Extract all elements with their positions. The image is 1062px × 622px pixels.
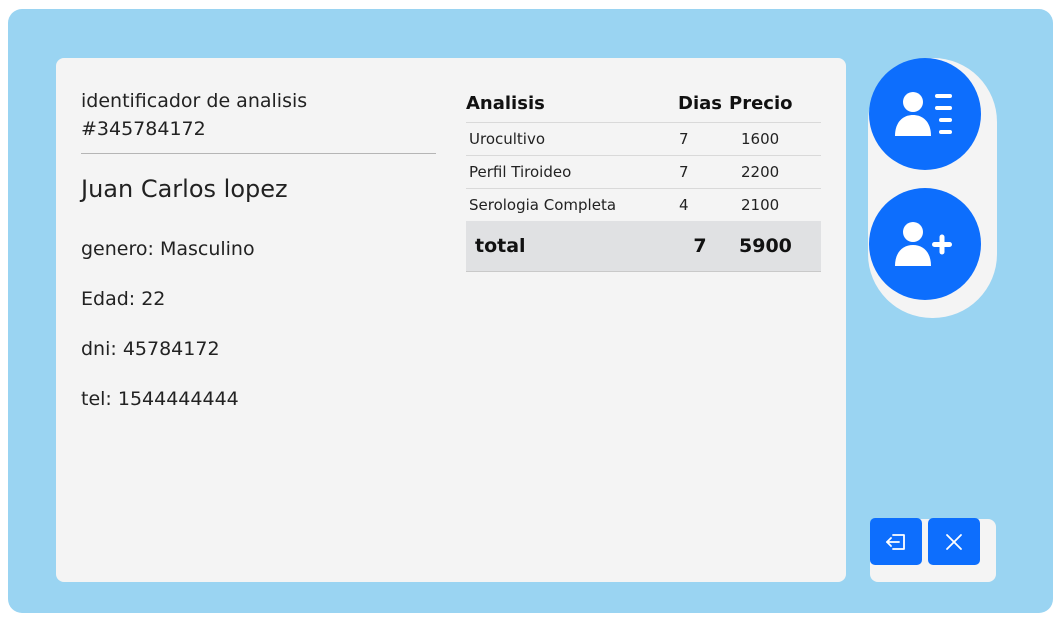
- x-icon: [946, 533, 962, 550]
- total-label: total: [466, 221, 671, 272]
- patient-age: Edad: 22: [81, 288, 166, 310]
- table-row: Perfil Tiroideo 7 2200: [466, 155, 821, 189]
- patient-name: Juan Carlos lopez: [81, 175, 288, 203]
- exit-button[interactable]: [870, 518, 922, 565]
- column-header-dias: Dias: [678, 92, 722, 114]
- total-dias: 7: [671, 221, 729, 272]
- analysis-id-label: identificador de analisis: [81, 90, 308, 112]
- cell-analisis: Serologia Completa: [466, 188, 671, 221]
- close-button[interactable]: [928, 518, 980, 565]
- patient-gender: genero: Masculino: [81, 238, 255, 260]
- user-plus-icon: [895, 222, 952, 266]
- divider: [81, 153, 436, 154]
- analysis-card: identificador de analisis #345784172 Jua…: [56, 58, 846, 582]
- cell-precio: 2100: [729, 188, 821, 221]
- analysis-id-number: #345784172: [81, 118, 206, 140]
- cell-dias: 7: [671, 122, 729, 156]
- patient-dni: dni: 45784172: [81, 338, 220, 360]
- column-header-precio: Precio: [729, 92, 793, 114]
- cell-analisis: Urocultivo: [466, 122, 671, 156]
- patient-tel: tel: 1544444444: [81, 388, 239, 410]
- column-header-analisis: Analisis: [466, 92, 545, 114]
- cell-precio: 2200: [729, 155, 821, 189]
- table-row: Urocultivo 7 1600: [466, 122, 821, 156]
- table-header-row: Analisis Dias Precio: [466, 84, 821, 123]
- table-total-row: total 7 5900: [466, 221, 821, 272]
- add-patient-button[interactable]: [869, 188, 981, 300]
- analysis-table: Analisis Dias Precio Urocultivo 7 1600 P…: [466, 84, 821, 272]
- total-precio: 5900: [729, 221, 821, 272]
- cell-analisis: Perfil Tiroideo: [466, 155, 671, 189]
- table-row: Serologia Completa 4 2100: [466, 188, 821, 221]
- patient-list-button[interactable]: [869, 58, 981, 170]
- cell-precio: 1600: [729, 122, 821, 156]
- user-list-icon: [895, 92, 952, 136]
- cell-dias: 4: [671, 188, 729, 221]
- cell-dias: 7: [671, 155, 729, 189]
- sign-out-icon: [886, 533, 905, 550]
